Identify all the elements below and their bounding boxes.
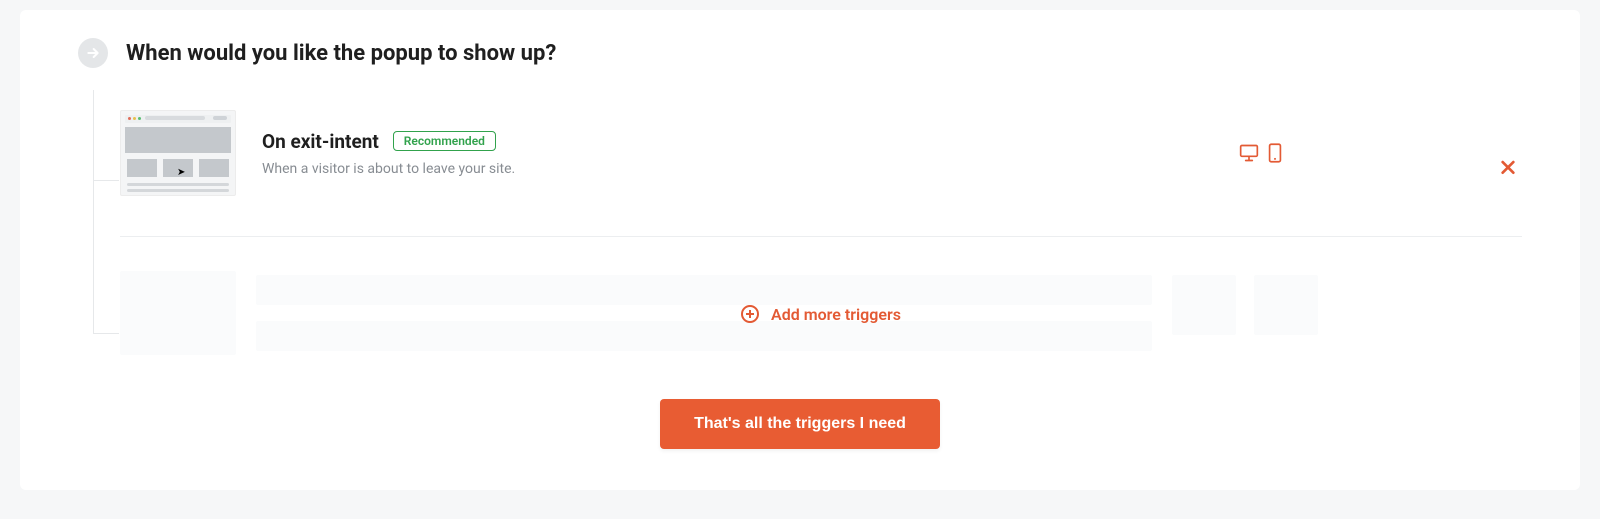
triggers-panel: When would you like the popup to show up… [20, 10, 1580, 490]
desktop-icon[interactable] [1238, 143, 1260, 163]
mobile-icon[interactable] [1268, 143, 1282, 163]
add-trigger-row: Add more triggers [120, 271, 1522, 357]
cursor-icon: ➤ [177, 167, 185, 178]
tree-guide [93, 180, 119, 181]
trigger-row-exit-intent[interactable]: ➤ On exit-intent Recommended When a visi… [120, 110, 1522, 237]
tree-guide [93, 180, 94, 333]
tree-guide [93, 90, 94, 180]
trigger-title: On exit-intent [262, 130, 379, 153]
done-triggers-button[interactable]: That's all the triggers I need [660, 399, 940, 449]
add-more-triggers-button[interactable]: Add more triggers [120, 271, 1522, 357]
trigger-description: When a visitor is about to leave your si… [262, 161, 1238, 177]
trigger-thumbnail: ➤ [120, 110, 236, 196]
section-header: When would you like the popup to show up… [78, 38, 1522, 68]
trigger-text: On exit-intent Recommended When a visito… [262, 130, 1238, 177]
arrow-right-circle-icon [78, 38, 108, 68]
tree-guide [93, 333, 119, 334]
plus-circle-icon [741, 305, 759, 323]
recommended-badge: Recommended [393, 131, 496, 151]
device-icons[interactable] [1238, 143, 1282, 163]
add-more-triggers-label: Add more triggers [771, 305, 901, 324]
section-heading: When would you like the popup to show up… [126, 41, 556, 66]
remove-trigger-button[interactable] [1494, 153, 1522, 181]
